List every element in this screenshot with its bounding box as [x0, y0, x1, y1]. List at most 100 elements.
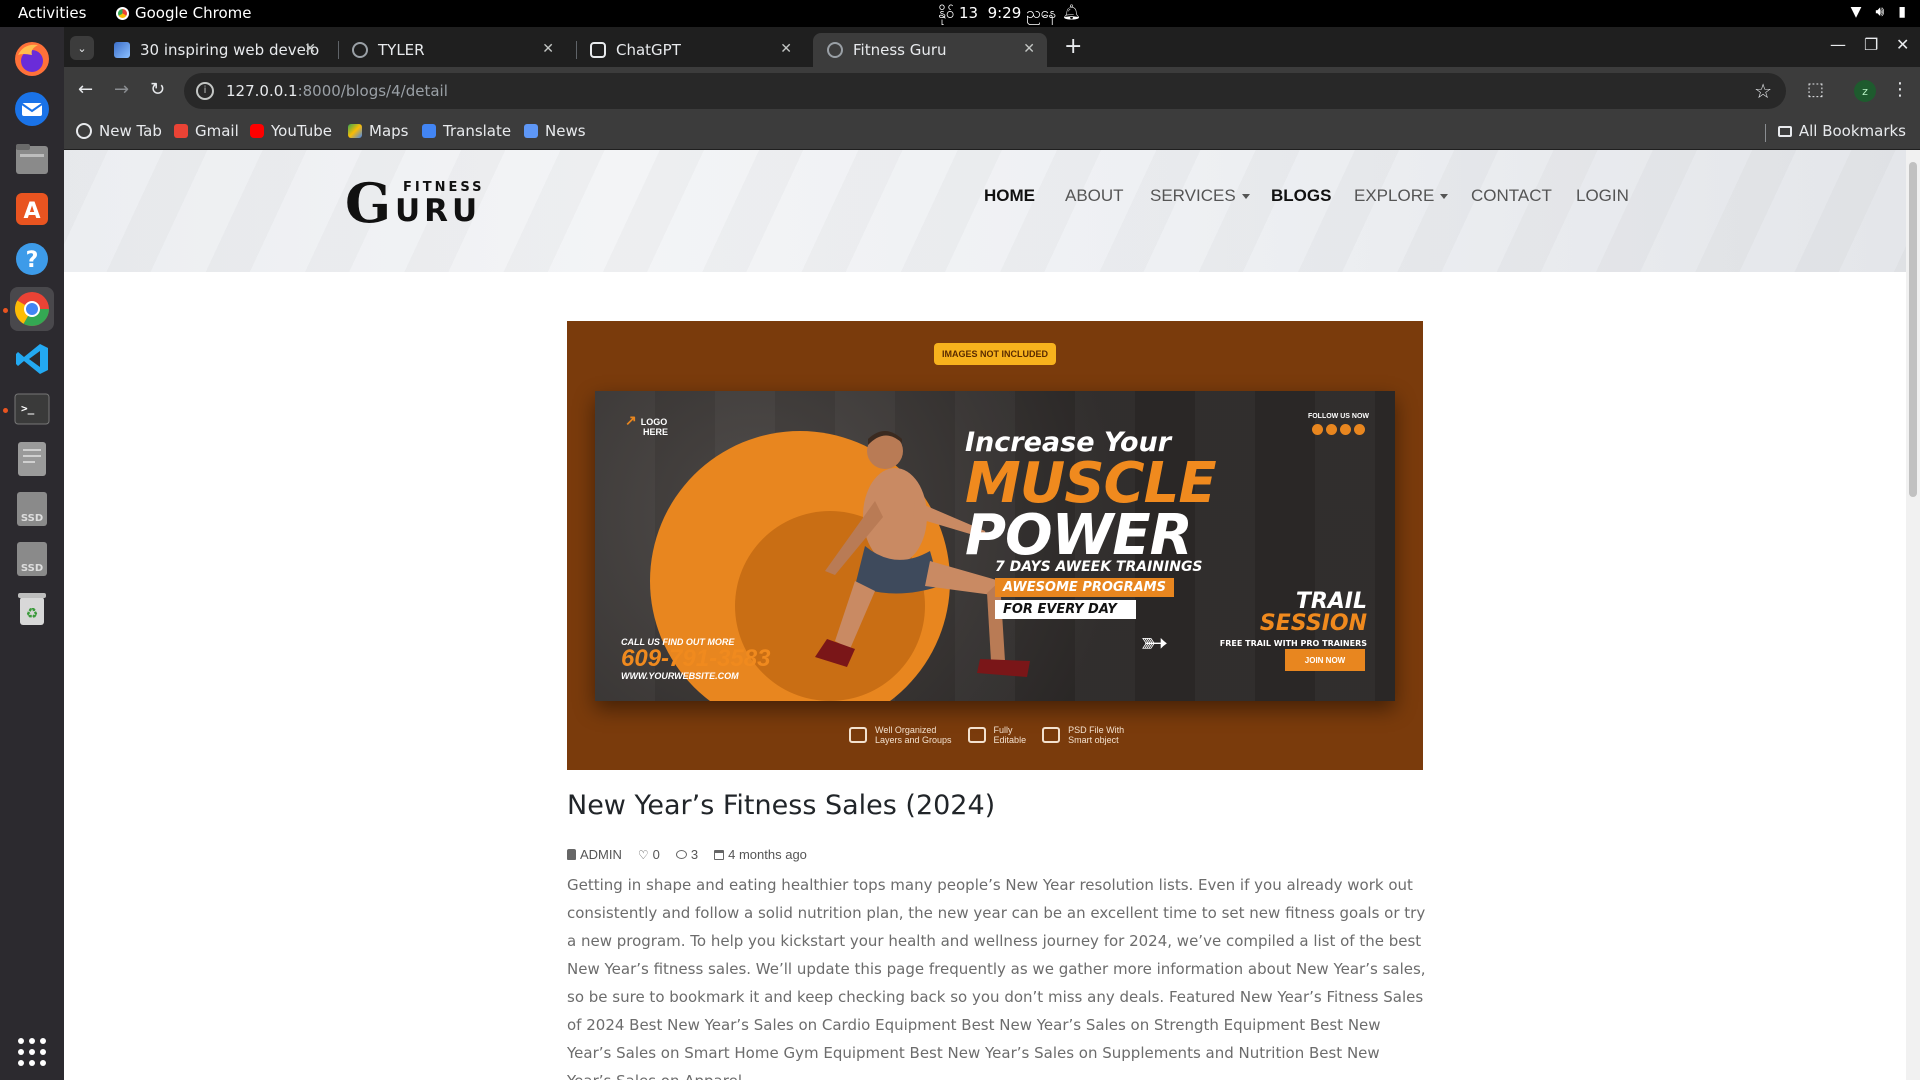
bookmark-youtube[interactable]: YouTube — [250, 122, 332, 140]
nav-services[interactable]: SERVICES — [1150, 186, 1250, 206]
chevron-down-icon — [1440, 194, 1449, 200]
chrome-icon[interactable] — [10, 287, 54, 331]
layers-icon — [849, 727, 867, 743]
bookmark-label: YouTube — [271, 122, 332, 140]
post-author[interactable]: ADMIN — [567, 847, 622, 862]
nav-blogs[interactable]: BLOGS — [1271, 186, 1331, 206]
bookmark-maps[interactable]: Maps — [348, 122, 408, 140]
tab-chatgpt[interactable]: ChatGPT ✕ — [576, 33, 804, 67]
bookmark-label: Translate — [443, 122, 512, 140]
news-icon — [524, 124, 538, 138]
nav-explore[interactable]: EXPLORE — [1354, 186, 1449, 206]
youtube-icon — [250, 124, 264, 138]
menu-kebab-icon[interactable]: ⋮ — [1891, 79, 1909, 100]
reload-icon[interactable]: ↻ — [150, 79, 165, 100]
terminal-icon[interactable]: >_ — [10, 387, 54, 431]
close-tab-icon[interactable]: ✕ — [304, 41, 316, 57]
recycle-bin-icon[interactable]: ♻ — [10, 587, 54, 631]
show-apps-icon[interactable] — [10, 1030, 54, 1074]
heart-icon: ♡ — [637, 847, 649, 862]
app-center-icon[interactable]: A — [10, 187, 54, 231]
author-label: ADMIN — [580, 847, 622, 862]
follow-us: FOLLOW US NOW — [1308, 413, 1369, 435]
browser-toolbar: ← → ↻ i 127.0.0.1:8000/blogs/4/detail ☆ … — [64, 67, 1920, 115]
tab-strip: ⌄ 30 inspiring web develo ✕ TYLER ✕ Chat… — [64, 27, 1920, 67]
new-tab-button[interactable]: + — [1064, 36, 1082, 58]
image-favicon-icon — [114, 42, 130, 58]
logo-mark-icon: ↗ — [625, 412, 637, 428]
all-bookmarks-button[interactable]: All Bookmarks — [1777, 122, 1906, 140]
thunderbird-icon[interactable] — [10, 87, 54, 131]
battery-icon: ▮ — [1898, 4, 1906, 20]
svg-text:A: A — [23, 199, 40, 224]
url-text[interactable]: 127.0.0.1:8000/blogs/4/detail — [226, 82, 448, 100]
nav-login[interactable]: LOGIN — [1576, 186, 1629, 206]
tab-tyler[interactable]: TYLER ✕ — [338, 33, 566, 67]
bookmark-gmail[interactable]: Gmail — [174, 122, 239, 140]
activities-button[interactable]: Activities — [18, 4, 86, 22]
help-icon[interactable]: ? — [10, 237, 54, 281]
chip-programs: AWESOME PROGRAMS — [995, 578, 1174, 597]
date-label: 4 months ago — [728, 847, 807, 862]
join-now-button: JOIN NOW — [1285, 649, 1365, 671]
close-tab-icon[interactable]: ✕ — [542, 41, 554, 57]
bookmark-news[interactable]: News — [524, 122, 586, 140]
comment-icon — [675, 850, 687, 859]
post-comments[interactable]: 3 — [675, 847, 699, 862]
ssd-drive-icon[interactable]: SSD — [10, 537, 54, 581]
nav-home[interactable]: HOME — [984, 186, 1035, 206]
back-icon[interactable]: ← — [78, 79, 93, 100]
nav-about[interactable]: ABOUT — [1065, 186, 1124, 206]
headline-line3: POWER — [965, 503, 1193, 568]
profile-avatar[interactable]: z — [1854, 80, 1876, 102]
minimize-icon[interactable]: — — [1830, 35, 1846, 54]
close-tab-icon[interactable]: ✕ — [1023, 41, 1035, 57]
close-window-icon[interactable]: ✕ — [1896, 35, 1909, 54]
folder-icon — [1042, 727, 1061, 743]
logo-here-line1: LOGO — [640, 417, 668, 427]
clock[interactable]: နိုဝ် 13 9:29 ညနေ — [938, 4, 1056, 26]
vscode-icon[interactable] — [10, 337, 54, 381]
files-icon[interactable] — [10, 137, 54, 181]
close-tab-icon[interactable]: ✕ — [780, 41, 792, 57]
url-path: :8000/blogs/4/detail — [297, 82, 448, 100]
tab-inspiring-web[interactable]: 30 inspiring web develo ✕ — [100, 33, 328, 67]
bookmark-new-tab[interactable]: New Tab — [76, 122, 162, 140]
nav-contact[interactable]: CONTACT — [1471, 186, 1552, 206]
page-scrollbar[interactable] — [1906, 150, 1920, 1080]
svg-text:>_: >_ — [21, 402, 35, 415]
maximize-icon[interactable]: ❐ — [1864, 35, 1878, 54]
text-editor-icon[interactable] — [10, 437, 54, 481]
forward-icon[interactable]: → — [114, 79, 129, 100]
ssd-drive-icon[interactable]: SSD — [10, 487, 54, 531]
svg-text:SSD: SSD — [21, 513, 43, 524]
logo-here-line2: HERE — [643, 427, 669, 437]
volume-icon: 🔊︎ — [1875, 4, 1885, 20]
bookmark-label: Gmail — [195, 122, 239, 140]
all-bookmarks-label: All Bookmarks — [1798, 122, 1906, 140]
scrollbar-thumb[interactable] — [1909, 162, 1917, 497]
address-bar[interactable]: i 127.0.0.1:8000/blogs/4/detail ☆ — [184, 73, 1786, 109]
tab-search-button[interactable]: ⌄ — [70, 36, 94, 60]
site-info-icon[interactable]: i — [196, 82, 214, 100]
browser-window: ⌄ 30 inspiring web develo ✕ TYLER ✕ Chat… — [64, 27, 1920, 1080]
app-menu[interactable]: Google Chrome — [116, 4, 252, 22]
logo-bottom-text: URU — [395, 193, 482, 229]
bookmark-star-icon[interactable]: ☆ — [1754, 79, 1772, 103]
user-icon — [567, 849, 576, 860]
chevron-down-icon — [1241, 194, 1250, 200]
clock-date: နိုဝ် 13 — [938, 4, 979, 22]
banner-card: ↗ LOGO HERE FOLLOW US NOW Increase Your M… — [595, 391, 1395, 701]
chip-every-day: FOR EVERY DAY — [995, 600, 1136, 619]
gmail-icon — [174, 124, 188, 138]
comments-count: 3 — [690, 847, 699, 862]
globe-icon — [827, 42, 843, 58]
tab-fitness-guru[interactable]: Fitness Guru ✕ — [813, 33, 1047, 67]
bell-icon[interactable]: 🔔︎ — [1062, 3, 1081, 21]
bookmark-translate[interactable]: Translate — [422, 122, 511, 140]
system-tray[interactable]: ▼ 🔊︎ ▮ — [1851, 4, 1906, 20]
post-likes[interactable]: ♡ 0 — [638, 847, 660, 862]
logo-letter: G — [345, 171, 392, 235]
firefox-icon[interactable] — [10, 37, 54, 81]
extensions-icon[interactable]: ⬚ — [1807, 79, 1824, 100]
